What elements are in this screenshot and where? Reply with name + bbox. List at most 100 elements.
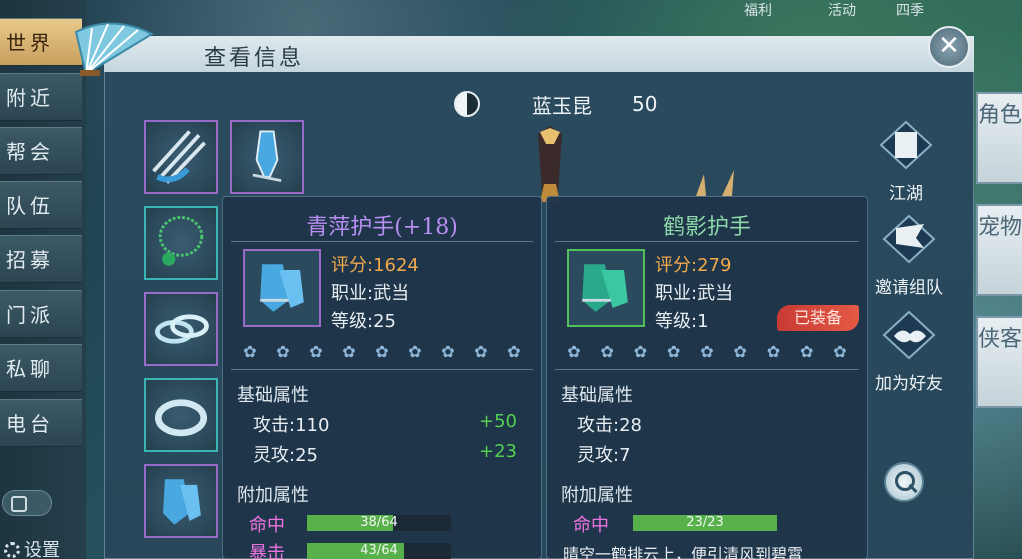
channel-sect[interactable]: 门派 [0, 290, 82, 338]
bar-value: 38/64 [360, 515, 398, 530]
character-model [538, 126, 562, 202]
extra-attr-bar: 38/64 [307, 515, 451, 531]
equip-slot-accessory[interactable] [230, 120, 304, 194]
player-info: 蓝玉昆 50 [454, 90, 657, 118]
divider [555, 241, 859, 242]
channel-world[interactable]: 世界 [0, 18, 82, 66]
necklace-icon [158, 216, 204, 266]
gem-slot-icon: ✿ [633, 342, 648, 361]
item-profession: 职业:武当 [331, 283, 410, 304]
gem-slots: ✿ ✿ ✿ ✿ ✿ ✿ ✿ ✿ ✿ [241, 343, 523, 361]
gem-slot-icon: ✿ [667, 342, 681, 361]
equip-slot-ring[interactable] [144, 378, 218, 452]
gem-slot-icon: ✿ [507, 342, 521, 361]
chat-lock-toggle[interactable] [2, 490, 52, 516]
player-level: 50 [632, 92, 658, 116]
gem-slot-icon: ✿ [342, 342, 356, 361]
gem-slot-icon: ✿ [276, 342, 290, 361]
equip-slot-necklace[interactable] [144, 206, 218, 280]
gem-slot-icon: ✿ [309, 342, 323, 361]
close-button[interactable]: ✕ [928, 26, 970, 68]
item-tooltip-compared: 青萍护手(+18) 评分:1624 职业:武当 等级:25 ✿ ✿ ✿ ✿ ✿ ✿ ✿ ✿ ✿ … [222, 196, 542, 559]
divider [231, 369, 533, 370]
invite-label: 邀请组队 [875, 278, 943, 298]
channel-nearby[interactable]: 附近 [0, 73, 82, 121]
jianghu-button[interactable]: 江湖 [866, 120, 946, 204]
spirit-attack-stat: 灵攻:7 [577, 445, 631, 466]
panel-title: 查看信息 [204, 46, 305, 71]
item-flavor-text: 晴空一鹤排云上，便引清风到碧霄 [563, 545, 804, 559]
settings-button[interactable]: 设置 [4, 536, 60, 559]
jianghu-label: 江湖 [889, 184, 923, 204]
equipped-badge: 已装备 [777, 305, 859, 331]
gem-slot-icon: ✿ [800, 342, 814, 361]
attack-stat: 攻击:110 [253, 415, 330, 436]
gear-icon [4, 542, 20, 558]
channel-private[interactable]: 私聊 [0, 344, 82, 392]
equip-slot-bracelet[interactable] [144, 292, 218, 366]
tab-pet[interactable]: 宠物 [976, 204, 1022, 296]
gem-slot-icon: ✿ [375, 342, 389, 361]
seasons-icon[interactable]: 四季 [880, 0, 940, 38]
divider [231, 241, 533, 242]
equip-slot-weapon[interactable] [144, 120, 218, 194]
divider [555, 369, 859, 370]
item-profession: 职业:武当 [655, 283, 734, 304]
tab-companion[interactable]: 侠客 [976, 316, 1022, 408]
item-score: 评分:279 [655, 255, 732, 276]
gem-slot-icon: ✿ [567, 342, 581, 361]
friend-label: 加为好友 [875, 374, 943, 394]
flag-icon [882, 214, 936, 264]
bracelet-icon [154, 314, 209, 344]
gem-slot-icon: ✿ [733, 342, 747, 361]
gem-slot-icon: ✿ [408, 342, 422, 361]
equip-slot-gloves[interactable] [144, 464, 218, 538]
extra-attr-label: 命中 [573, 515, 609, 536]
gloves-icon [582, 264, 628, 312]
gem-slot-icon: ✿ [766, 342, 781, 361]
bar-value: 23/23 [686, 515, 724, 530]
base-attr-header: 基础属性 [561, 385, 633, 406]
extra-attr-label: 命中 [249, 515, 285, 536]
wing-ornament [696, 170, 734, 196]
item-level: 等级:1 [655, 311, 709, 332]
channel-guild[interactable]: 帮会 [0, 127, 82, 175]
activity-icon[interactable]: 活动 [812, 0, 872, 38]
item-title: 鹤影护手 [662, 215, 751, 240]
player-name: 蓝玉昆 [532, 93, 592, 118]
handshake-icon [882, 310, 936, 360]
extra-attr-bar: 23/23 [633, 515, 777, 531]
welfare-icon[interactable]: 福利 [728, 0, 788, 38]
channel-recruit[interactable]: 招募 [0, 235, 82, 283]
item-score: 评分:1624 [331, 255, 419, 276]
attack-bonus: +50 [479, 411, 517, 432]
spirit-attack-bonus: +23 [479, 441, 517, 462]
channel-team[interactable]: 队伍 [0, 181, 82, 229]
tab-character[interactable]: 角色 [976, 92, 1022, 184]
gem-slot-icon: ✿ [243, 342, 257, 361]
gem-slot-icon: ✿ [474, 342, 488, 361]
gloves-icon [260, 264, 304, 312]
taiji-icon [454, 91, 480, 117]
claw-weapon-icon [152, 130, 207, 184]
item-icon [243, 249, 321, 327]
extra-attr-label: 暴击 [249, 543, 285, 559]
gloves-icon [163, 479, 201, 525]
fan-icon [74, 22, 155, 76]
item-icon [567, 249, 645, 327]
bar-value: 43/64 [360, 543, 398, 558]
ornament-icon [252, 130, 282, 183]
gem-slot-icon: ✿ [700, 342, 714, 361]
ring-icon [154, 399, 208, 437]
extra-attr-bar: 43/64 [307, 543, 451, 559]
invite-team-button[interactable]: 邀请组队 [864, 214, 954, 298]
channel-radio[interactable]: 电台 [0, 399, 82, 447]
item-title: 青萍护手(+18) [306, 215, 458, 240]
scroll-icon [879, 120, 933, 170]
item-level: 等级:25 [331, 311, 396, 332]
attack-stat: 攻击:28 [577, 415, 642, 436]
inspect-magnifier-button[interactable] [884, 462, 924, 502]
chat-channel-bar: 世界 附近 帮会 队伍 招募 门派 私聊 电台 设置 [0, 0, 86, 559]
add-friend-button[interactable]: 加为好友 [864, 310, 954, 394]
gem-slot-icon: ✿ [600, 342, 614, 361]
